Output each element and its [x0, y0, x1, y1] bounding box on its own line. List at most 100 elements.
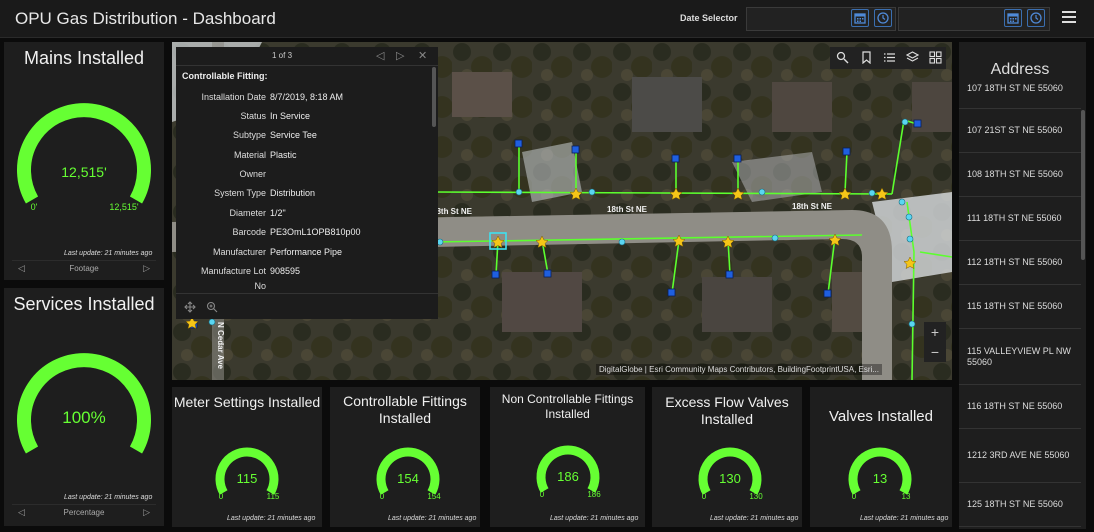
mains-installed-panel: Mains Installed 12,515' 0' 12,515' Last …	[4, 42, 164, 280]
search-icon[interactable]	[836, 51, 849, 64]
address-scrollbar[interactable]	[1081, 110, 1085, 260]
field-key: Manufacturer	[212, 247, 266, 257]
gauge-min: 0	[702, 492, 707, 501]
map-toolbar	[830, 47, 946, 69]
non-controllable-fittings-panel: Non Controllable Fittings Installed 186 …	[490, 387, 645, 527]
list-item[interactable]: 116 18TH ST NE 55060	[959, 385, 1081, 429]
street-label: 18th St NE	[432, 207, 473, 216]
mains-min: 0'	[31, 202, 38, 212]
popup-title: Controllable Fitting:	[182, 71, 268, 81]
list-item[interactable]: 1212 3RD AVE NE 55060	[959, 429, 1081, 483]
hamburger-menu-icon[interactable]	[1062, 11, 1076, 25]
field-value: In Service	[270, 111, 311, 121]
popup-header: 1 of 3 ◁ ▷ ✕	[176, 47, 438, 66]
popup-field-row: Owner	[176, 169, 432, 183]
gauge-min: 0	[540, 490, 545, 499]
popup-field-row: System Type Distribution	[176, 188, 432, 202]
field-key: No	[254, 281, 266, 291]
basemap-gallery-icon[interactable]	[929, 51, 942, 64]
list-item[interactable]: 107 18TH ST NE 55060	[959, 68, 1081, 109]
list-item[interactable]: 125 18TH ST NE 55060	[959, 483, 1081, 527]
gauge-min: 0	[852, 492, 857, 501]
services-gauge: 100%	[17, 353, 151, 454]
next-arrow-icon[interactable]: ▷	[143, 507, 150, 518]
mains-value: 12,515'	[61, 164, 107, 180]
field-value: Performance Pipe	[270, 247, 343, 257]
start-time-button[interactable]	[874, 9, 892, 27]
field-key: Material	[233, 150, 266, 160]
street-label: 18th St NE	[792, 202, 833, 211]
field-key: Owner	[239, 169, 266, 179]
list-item[interactable]: 108 18TH ST NE 55060	[959, 153, 1081, 197]
field-key: System Type	[214, 188, 266, 198]
gauge-title: Valves Installed	[829, 408, 933, 425]
popup-field-row: Manufacturer Performance Pipe	[176, 247, 432, 261]
popup-footer	[176, 293, 438, 319]
gauge-max: 186	[587, 490, 601, 499]
popup-field-row: Diameter 1/2"	[176, 208, 432, 222]
field-key: Diameter	[229, 208, 266, 218]
next-arrow-icon[interactable]: ▷	[143, 263, 150, 274]
gauge-value: 13	[873, 471, 887, 486]
layers-icon[interactable]	[905, 51, 920, 64]
zoom-out-button[interactable]: −	[924, 342, 946, 362]
legend-list-icon[interactable]	[883, 51, 896, 64]
dock-icon[interactable]	[184, 300, 196, 318]
services-pager-label: Percentage	[63, 508, 105, 517]
field-value: 8/7/2019, 8:18 AM	[270, 92, 344, 102]
end-calendar-button[interactable]	[1004, 9, 1022, 27]
date-selector-label: Date Selector	[680, 13, 738, 23]
services-pager: ◁ Percentage ▷	[12, 504, 156, 520]
list-item[interactable]: 111 18TH ST NE 55060	[959, 197, 1081, 241]
popup-field-row: Status In Service	[176, 111, 432, 125]
popup-feature-count: 1 of 3	[272, 51, 293, 60]
close-icon[interactable]: ✕	[418, 49, 427, 62]
list-item[interactable]: 115 18TH ST NE 55060	[959, 285, 1081, 329]
street-label: 18th St NE	[607, 205, 648, 214]
popup-field-row: Manufacture Lot 908595	[176, 266, 432, 280]
mains-installed-title: Mains Installed	[23, 48, 145, 68]
gauge-last-update: Last update: 21 minutes ago	[550, 515, 639, 522]
end-time-button[interactable]	[1027, 9, 1045, 27]
top-bar: OPU Gas Distribution - Dashboard Date Se…	[0, 0, 1094, 38]
zoom-in-button[interactable]: +	[924, 322, 946, 342]
clock-icon	[877, 12, 889, 24]
gauge-last-update: Last update: 21 minutes ago	[227, 515, 316, 522]
meter-settings-panel: Meter Settings Installed 115 0 115 Last …	[172, 387, 322, 527]
gauge-max: 130	[749, 492, 763, 501]
gauge-last-update: Last update: 21 minutes ago	[710, 515, 799, 522]
field-value: PE3OmL1OPB810p00	[270, 227, 361, 237]
gauge-arc: 154 0 154	[376, 447, 441, 501]
field-value: 1/2"	[270, 208, 286, 218]
list-item[interactable]: 115 VALLEYVIEW PL NW 55060	[959, 329, 1081, 385]
gauge-min: 0	[380, 492, 385, 501]
field-value: Service Tee	[270, 130, 317, 140]
zoom-to-icon[interactable]	[206, 300, 218, 318]
gauge-title: Controllable Fittings Installed	[343, 393, 467, 426]
bookmark-icon[interactable]	[860, 51, 873, 65]
mains-pager-label: Footage	[69, 264, 99, 273]
services-value: 100%	[62, 408, 105, 427]
controllable-fittings-panel: Controllable Fittings Installed 154 0 15…	[330, 387, 480, 527]
gauge-arc: 130 0 130	[698, 447, 763, 501]
list-item[interactable]: 112 18TH ST NE 55060	[959, 241, 1081, 285]
street-label: N Cedar Ave	[216, 322, 225, 370]
start-calendar-button[interactable]	[851, 9, 869, 27]
gauge-title: Non Controllable Fittings Installed	[501, 392, 634, 421]
field-key: Subtype	[232, 130, 266, 140]
next-feature-icon[interactable]: ▷	[396, 49, 404, 62]
popup-field-row: Installation Date 8/7/2019, 8:18 AM	[176, 92, 432, 106]
popup-scrollbar[interactable]	[432, 67, 436, 127]
mains-gauge: 12,515' 0' 12,515'	[17, 103, 151, 212]
popup-field-row: Barcode PE3OmL1OPB810p00	[176, 227, 432, 241]
list-item[interactable]: 107 21ST ST NE 55060	[959, 109, 1081, 153]
mains-pager: ◁ Footage ▷	[12, 260, 156, 276]
previous-feature-icon[interactable]: ◁	[376, 49, 384, 62]
excess-flow-valves-panel: Excess Flow Valves Installed 130 0 130 L…	[652, 387, 802, 527]
field-key: Manufacture Lot	[200, 266, 266, 276]
app-title: OPU Gas Distribution - Dashboard	[15, 9, 276, 28]
valves-installed-panel: Valves Installed 13 0 13 Last update: 21…	[810, 387, 952, 527]
address-list-panel: Address 107 18TH ST NE 55060 107 21ST ST…	[959, 42, 1086, 529]
gauge-max: 115	[267, 492, 280, 501]
gauge-value: 154	[397, 471, 419, 486]
